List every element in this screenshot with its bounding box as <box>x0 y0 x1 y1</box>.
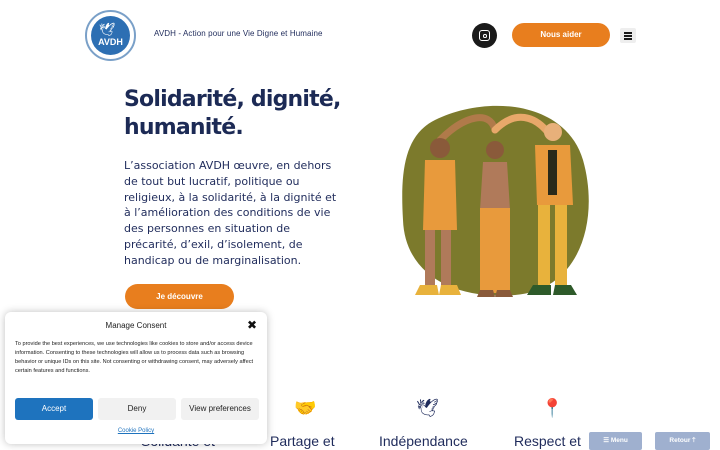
deny-button[interactable]: Deny <box>98 398 176 420</box>
hero-title-line1: Solidarité, dignité, <box>124 87 341 112</box>
hero-description: L’association AVDH œuvre, en dehors de t… <box>124 159 337 267</box>
accept-button[interactable]: Accept <box>15 398 93 420</box>
value-label-respect: Respect et <box>514 433 581 449</box>
close-icon[interactable]: ✖ <box>247 318 257 332</box>
cookie-consent-dialog: Manage Consent ✖ To provide the best exp… <box>5 312 267 444</box>
dove-icon: 🕊 <box>416 398 439 419</box>
hero-title-line2: humanité. <box>124 115 244 140</box>
back-to-top-button[interactable]: Retour 🡑 <box>655 432 710 450</box>
avdh-logo[interactable]: 🕊 AVDH <box>85 10 136 61</box>
consent-text: To provide the best experiences, we use … <box>15 341 254 374</box>
hero-title: Solidarité, dignité, humanité. <box>124 86 354 142</box>
handshake-icon: 🤝 <box>294 398 317 419</box>
consent-title: Manage Consent <box>105 321 167 330</box>
discover-button[interactable]: Je découvre <box>125 284 234 309</box>
site-title[interactable]: AVDH - Action pour une Vie Digne et Huma… <box>154 29 323 38</box>
help-button[interactable]: Nous aider <box>512 23 610 47</box>
people-illustration <box>402 105 589 297</box>
cookie-policy-link[interactable]: Cookie Policy <box>5 428 267 434</box>
pin-icon: 📍 <box>541 398 564 419</box>
logo-text: AVDH <box>98 37 123 47</box>
view-preferences-button[interactable]: View preferences <box>181 398 259 420</box>
instagram-glyph <box>479 30 490 41</box>
bird-icon: 🕊 <box>99 23 116 38</box>
instagram-icon[interactable] <box>472 23 497 48</box>
hamburger-icon[interactable] <box>620 28 636 43</box>
floating-menu-button[interactable]: ☰ Menu <box>589 432 642 450</box>
site-header: 🕊 AVDH AVDH - Action pour une Vie Digne … <box>0 0 720 70</box>
value-label-independance: Indépendance <box>379 433 468 449</box>
value-label-partage: Partage et <box>270 433 335 449</box>
